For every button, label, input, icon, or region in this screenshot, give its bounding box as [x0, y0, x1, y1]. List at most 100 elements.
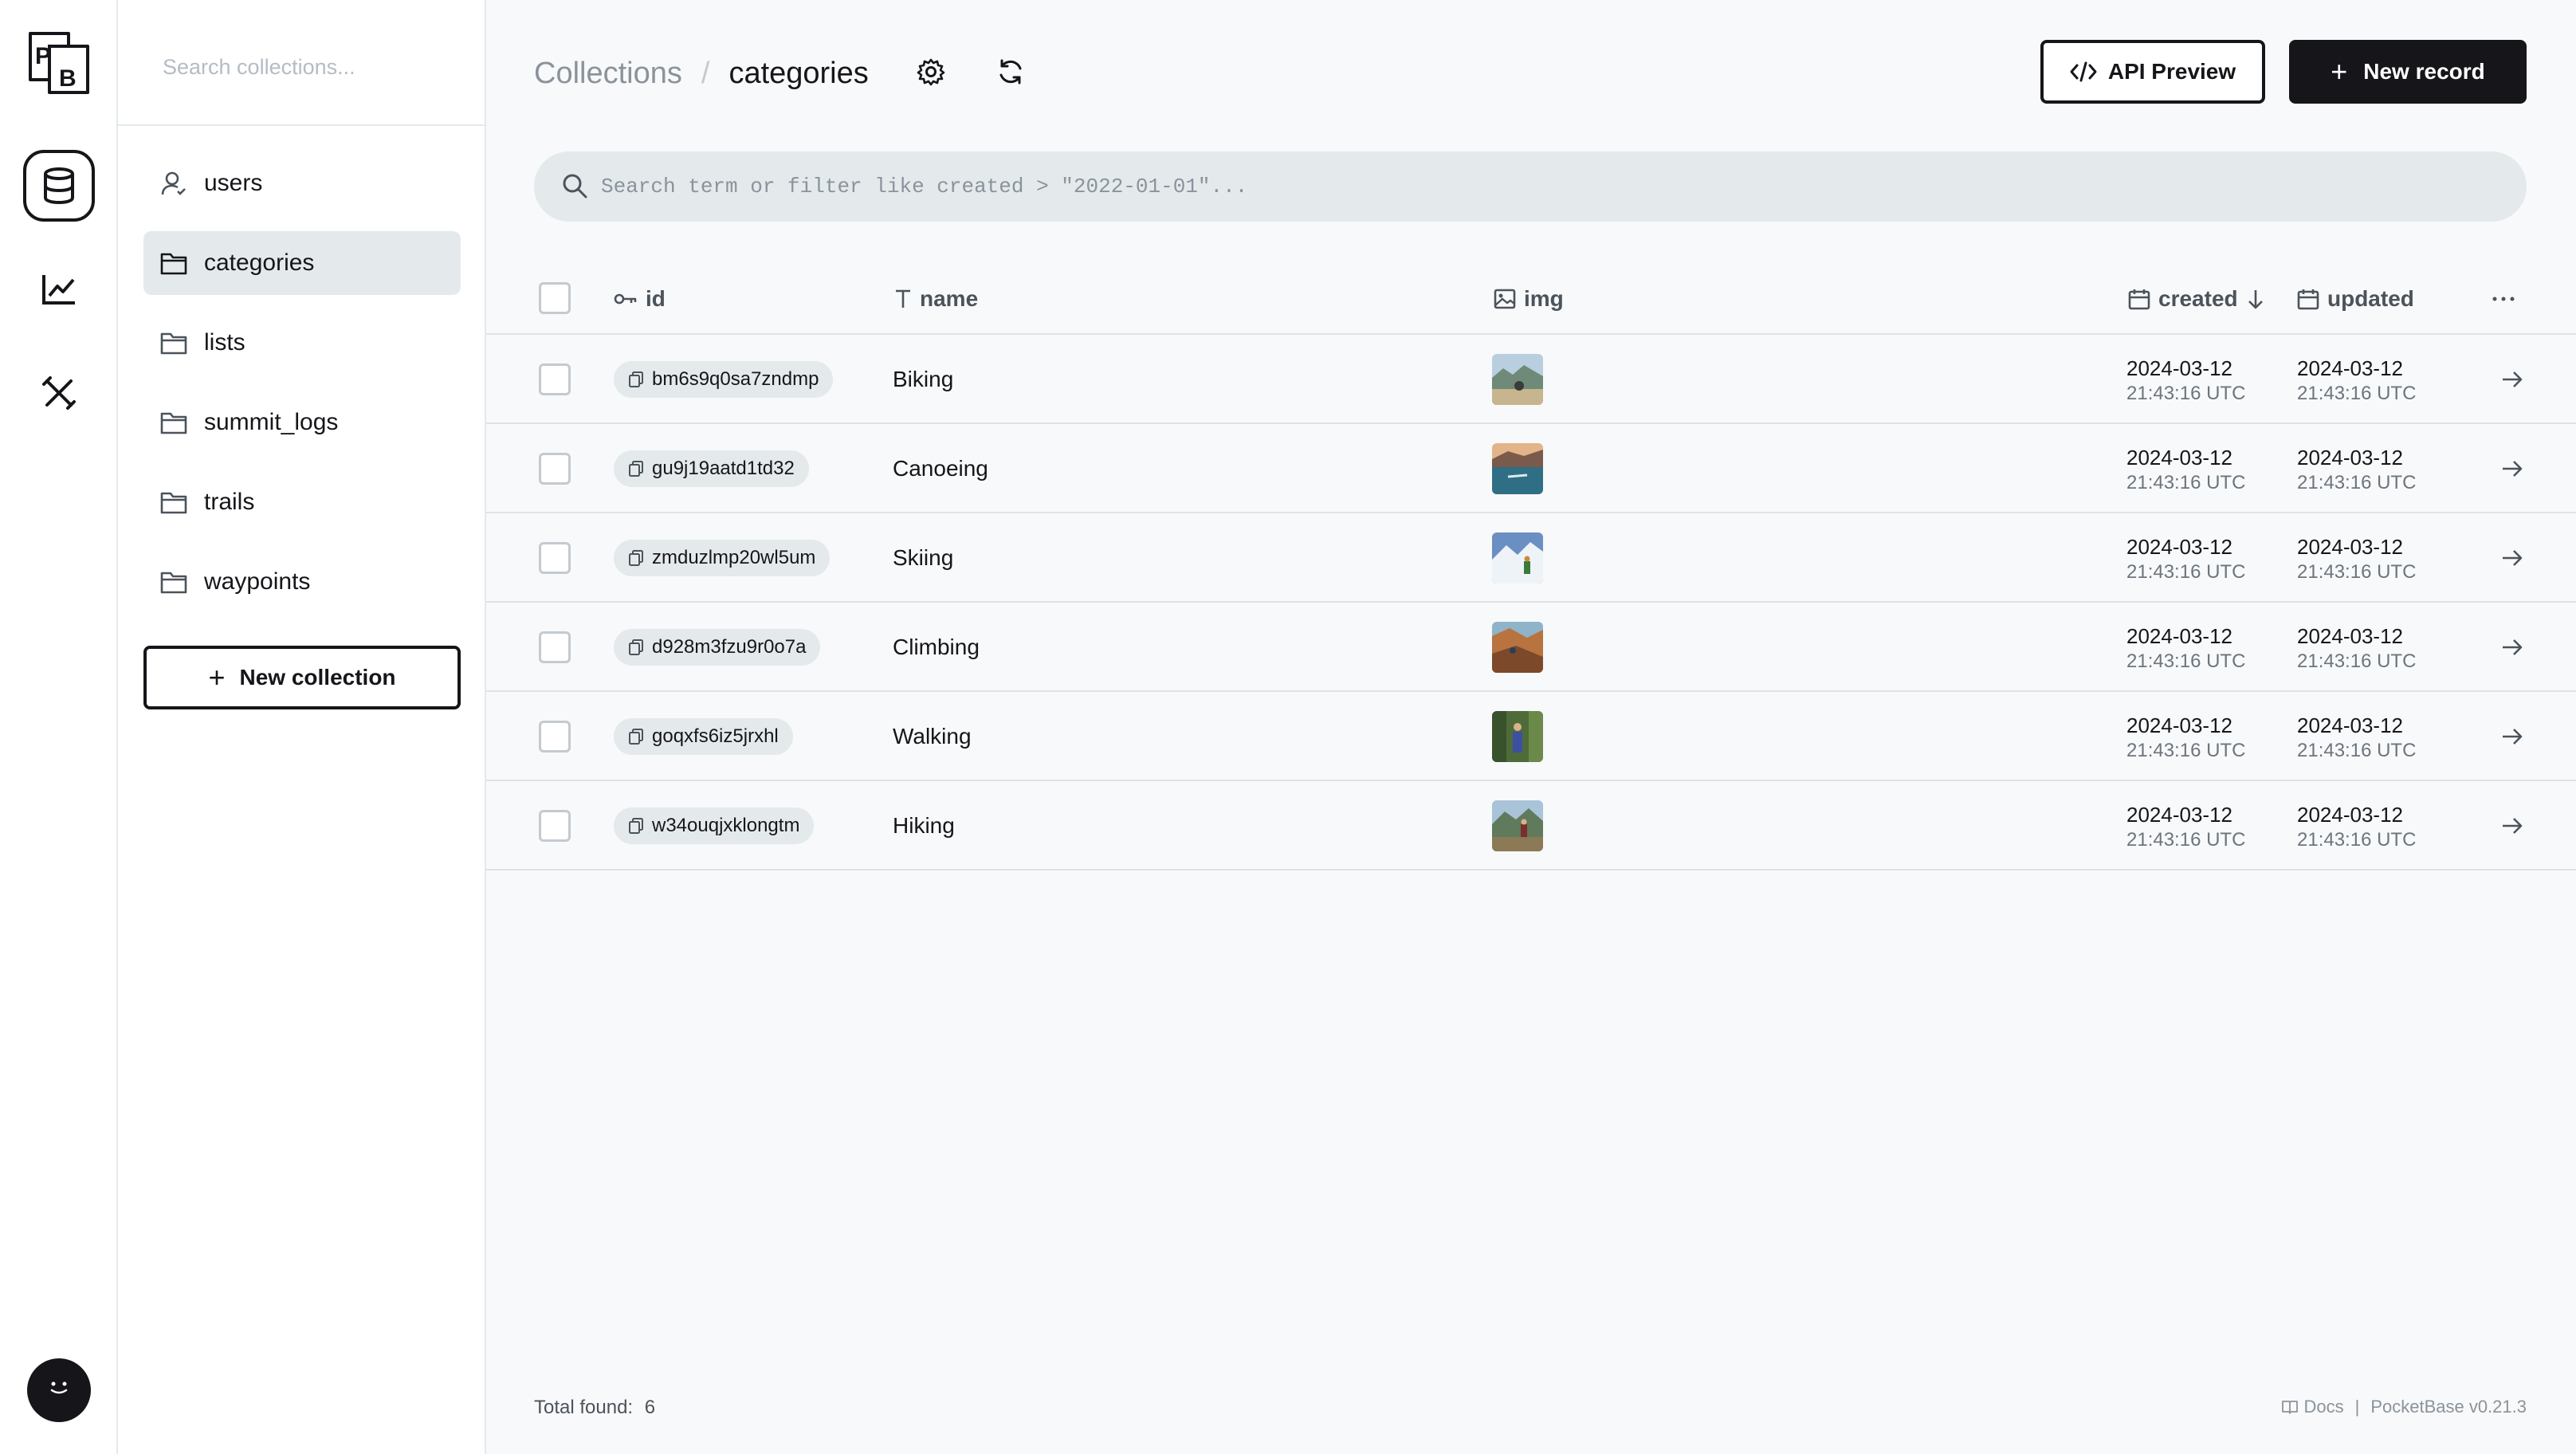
- docs-link[interactable]: Docs: [2281, 1397, 2344, 1417]
- copy-icon: [628, 371, 644, 388]
- created-cell: 2024-03-12 21:43:16 UTC: [2126, 356, 2246, 404]
- new-record-label: New record: [2363, 59, 2485, 84]
- copy-icon: [628, 817, 644, 835]
- arrow-right-icon[interactable]: [2498, 722, 2527, 751]
- record-id: gu9j19aatd1td32: [652, 458, 795, 479]
- sidebar-item-label: waypoints: [204, 568, 311, 595]
- svg-text:B: B: [59, 65, 77, 92]
- rail-collections-button[interactable]: [23, 150, 95, 222]
- breadcrumb-separator: /: [701, 56, 710, 90]
- arrow-right-icon[interactable]: [2498, 454, 2527, 483]
- row-checkbox[interactable]: [539, 364, 571, 395]
- table-row[interactable]: zmduzlmp20wl5um Skiing 2024-03-12 21:43:1…: [486, 513, 2576, 603]
- docs-label: Docs: [2303, 1397, 2344, 1417]
- column-header-img[interactable]: img: [1494, 263, 1564, 335]
- collection-settings-button[interactable]: [909, 49, 953, 94]
- sidebar-item-lists[interactable]: lists: [143, 311, 461, 375]
- folder-icon: [159, 488, 188, 517]
- main-content: Collections / categories API Preview + N…: [486, 0, 2576, 1454]
- column-header-name[interactable]: name: [894, 263, 978, 335]
- table-row[interactable]: gu9j19aatd1td32 Canoeing 2024-03-12 21:43…: [486, 424, 2576, 513]
- record-id-copy[interactable]: w34ouqjxklongtm: [614, 808, 815, 844]
- row-checkbox[interactable]: [539, 631, 571, 663]
- copy-icon: [628, 639, 644, 656]
- breadcrumb-collections[interactable]: Collections: [534, 57, 682, 91]
- updated-cell: 2024-03-12 21:43:16 UTC: [2297, 446, 2417, 493]
- column-header-updated[interactable]: updated: [2297, 263, 2414, 335]
- app-rail: P B: [0, 0, 118, 1454]
- table-row[interactable]: goqxfs6iz5jrxhl Walking 2024-03-12 21:43:…: [486, 692, 2576, 781]
- column-header-created[interactable]: created: [2128, 263, 2265, 335]
- sidebar-item-summit-logs[interactable]: summit_logs: [143, 391, 461, 454]
- created-cell: 2024-03-12 21:43:16 UTC: [2126, 713, 2246, 761]
- record-id-copy[interactable]: bm6s9q0sa7zndmp: [614, 361, 834, 398]
- column-label: img: [1524, 286, 1564, 311]
- code-icon: [2070, 61, 2097, 82]
- sidebar-item-categories[interactable]: categories: [143, 231, 461, 295]
- folder-icon: [159, 408, 188, 437]
- row-checkbox[interactable]: [539, 453, 571, 485]
- sidebar-item-waypoints[interactable]: waypoints: [143, 550, 461, 614]
- row-checkbox[interactable]: [539, 542, 571, 574]
- footer-separator: |: [2354, 1397, 2360, 1417]
- table-row[interactable]: d928m3fzu9r0o7a Climbing 2024-03-12 21:43…: [486, 603, 2576, 692]
- database-icon: [44, 167, 74, 205]
- record-thumbnail[interactable]: [1492, 532, 1543, 584]
- record-id-copy[interactable]: d928m3fzu9r0o7a: [614, 629, 821, 666]
- sidebar-item-label: categories: [204, 250, 315, 276]
- biking-photo: [1492, 354, 1543, 405]
- arrow-right-icon[interactable]: [2498, 811, 2527, 840]
- column-header-id[interactable]: id: [614, 263, 666, 335]
- record-id-copy[interactable]: zmduzlmp20wl5um: [614, 540, 831, 576]
- arrow-right-icon[interactable]: [2498, 365, 2527, 394]
- record-name: Canoeing: [893, 456, 988, 481]
- pocketbase-logo[interactable]: P B: [27, 30, 91, 96]
- filter-search-input[interactable]: [601, 169, 2482, 204]
- record-name: Skiing: [893, 545, 954, 570]
- sidebar-item-label: summit_logs: [204, 409, 339, 435]
- updated-cell: 2024-03-12 21:43:16 UTC: [2297, 624, 2417, 672]
- gear-icon: [917, 58, 945, 86]
- new-collection-button[interactable]: + New collection: [143, 646, 461, 709]
- climbing-photo: [1492, 622, 1543, 673]
- created-cell: 2024-03-12 21:43:16 UTC: [2126, 803, 2246, 851]
- record-thumbnail[interactable]: [1492, 800, 1543, 851]
- record-thumbnail[interactable]: [1492, 354, 1543, 405]
- record-id-copy[interactable]: goqxfs6iz5jrxhl: [614, 718, 793, 755]
- refresh-button[interactable]: [988, 49, 1033, 94]
- row-checkbox[interactable]: [539, 810, 571, 842]
- sidebar-item-users[interactable]: users: [143, 151, 461, 215]
- sidebar-item-trails[interactable]: trails: [143, 470, 461, 534]
- hiking-photo: [1492, 800, 1543, 851]
- table-header: id name img created updated: [486, 263, 2576, 335]
- arrow-right-icon[interactable]: [2498, 544, 2527, 572]
- arrow-right-icon[interactable]: [2498, 633, 2527, 662]
- record-id: goqxfs6iz5jrxhl: [652, 725, 779, 747]
- select-all-checkbox[interactable]: [539, 282, 571, 314]
- collections-search-input[interactable]: [163, 49, 450, 84]
- column-options-button[interactable]: [2492, 263, 2515, 335]
- rail-settings-button[interactable]: [23, 357, 95, 429]
- record-id-copy[interactable]: gu9j19aatd1td32: [614, 450, 809, 487]
- record-name: Biking: [893, 367, 954, 391]
- walking-photo: [1492, 711, 1543, 762]
- version-label[interactable]: PocketBase v0.21.3: [2370, 1397, 2527, 1417]
- row-checkbox[interactable]: [539, 721, 571, 753]
- chart-line-icon: [42, 275, 75, 305]
- record-thumbnail[interactable]: [1492, 443, 1543, 494]
- record-thumbnail[interactable]: [1492, 622, 1543, 673]
- updated-cell: 2024-03-12 21:43:16 UTC: [2297, 713, 2417, 761]
- copy-icon: [628, 460, 644, 477]
- new-record-button[interactable]: + New record: [2289, 40, 2527, 104]
- user-avatar[interactable]: [27, 1358, 91, 1422]
- updated-cell: 2024-03-12 21:43:16 UTC: [2297, 803, 2417, 851]
- api-preview-button[interactable]: API Preview: [2040, 40, 2265, 104]
- refresh-icon: [999, 59, 1022, 84]
- record-thumbnail[interactable]: [1492, 711, 1543, 762]
- copy-icon: [628, 549, 644, 567]
- table-row[interactable]: w34ouqjxklongtm Hiking 2024-03-12 21:43:1…: [486, 781, 2576, 870]
- column-label: updated: [2327, 286, 2414, 311]
- table-row[interactable]: bm6s9q0sa7zndmp Biking 2024-03-12 21:43:1…: [486, 335, 2576, 424]
- rail-logs-button[interactable]: [23, 253, 95, 325]
- total-found-label: Total found:: [534, 1397, 634, 1418]
